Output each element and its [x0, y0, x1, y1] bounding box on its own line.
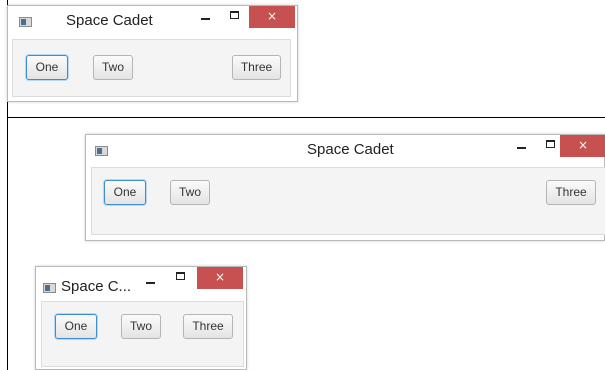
two-button[interactable]: Two: [170, 180, 210, 205]
title-bar[interactable]: Space Cadet ×: [8, 6, 297, 38]
window-space-cadet-wide: Space Cadet × One Two Three: [85, 134, 605, 241]
content-pane: One Two Three: [12, 39, 291, 97]
three-button[interactable]: Three: [232, 55, 281, 80]
app-window-icon: [19, 17, 32, 27]
content-pane: One Two Three: [91, 167, 605, 235]
app-window-icon: [43, 283, 56, 293]
one-button[interactable]: One: [104, 180, 146, 205]
app-window-icon: [95, 146, 108, 156]
minimize-icon[interactable]: [506, 135, 536, 157]
minimize-icon[interactable]: [190, 6, 220, 28]
maximize-icon[interactable]: [220, 6, 250, 28]
window-title: Space C...: [61, 278, 132, 295]
two-button[interactable]: Two: [93, 55, 133, 80]
three-button[interactable]: Three: [546, 180, 596, 205]
close-icon[interactable]: ×: [197, 267, 243, 289]
close-icon[interactable]: ×: [249, 6, 295, 28]
three-button[interactable]: Three: [183, 314, 233, 339]
page-guide-horizontal: [7, 117, 605, 118]
maximize-icon[interactable]: [166, 267, 196, 289]
minimize-icon[interactable]: [135, 270, 165, 292]
close-icon[interactable]: ×: [560, 135, 605, 157]
window-title: Space Cadet: [307, 141, 394, 158]
window-space-cadet-small: Space Cadet × One Two Three: [7, 5, 298, 102]
title-bar[interactable]: Space Cadet ×: [86, 135, 605, 167]
title-bar[interactable]: Space C... ×: [36, 267, 246, 299]
window-title: Space Cadet: [66, 12, 153, 29]
content-pane: One Two Three: [41, 301, 244, 367]
window-space-cadet-narrow: Space C... × One Two Three: [35, 266, 247, 370]
two-button[interactable]: Two: [121, 314, 161, 339]
one-button[interactable]: One: [26, 55, 68, 80]
one-button[interactable]: One: [55, 314, 97, 339]
